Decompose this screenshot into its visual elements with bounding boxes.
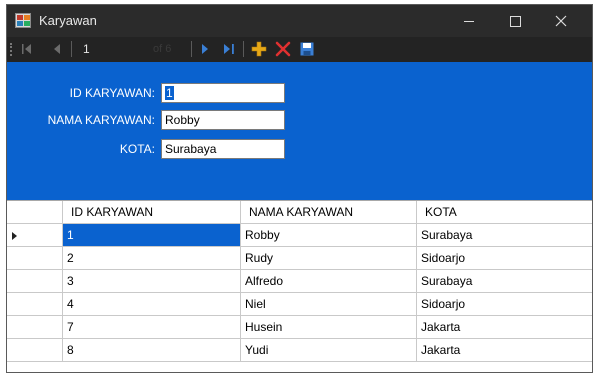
maximize-icon <box>509 15 521 27</box>
grid-cell-id[interactable]: 7 <box>63 316 241 339</box>
grid-cell-id[interactable]: 1 <box>63 224 241 247</box>
grid-cell-nama[interactable]: Alfredo <box>241 270 417 293</box>
grid-cell-id[interactable]: 2 <box>63 247 241 270</box>
toolbar-grip[interactable] <box>10 43 12 56</box>
maximize-button[interactable] <box>492 5 538 37</box>
binding-navigator: 1 of 6 <box>7 37 592 62</box>
kota-label: KOTA: <box>119 142 155 156</box>
grid-corner-header[interactable] <box>7 201 63 224</box>
grid-cell-kota[interactable]: Surabaya <box>417 224 592 247</box>
grid-cell-nama[interactable]: Rudy <box>241 247 417 270</box>
row-header[interactable] <box>7 224 63 247</box>
table-row[interactable]: 3 Alfredo Surabaya <box>7 270 592 293</box>
move-previous-icon[interactable] <box>49 41 65 57</box>
table-row[interactable]: 7 Husein Jakarta <box>7 316 592 339</box>
move-next-icon[interactable] <box>197 41 213 57</box>
row-header[interactable] <box>7 316 63 339</box>
grid-cell-nama[interactable]: Robby <box>241 224 417 247</box>
table-row[interactable]: 4 Niel Sidoarjo <box>7 293 592 316</box>
grid-cell-kota[interactable]: Jakarta <box>417 339 592 362</box>
grid-cell-kota[interactable]: Sidoarjo <box>417 293 592 316</box>
minimize-icon <box>464 20 474 22</box>
grid-cell-id[interactable]: 8 <box>63 339 241 362</box>
toolbar-separator <box>243 41 244 57</box>
table-row[interactable]: 1 Robby Surabaya <box>7 224 592 247</box>
minimize-button[interactable] <box>446 5 492 37</box>
close-button[interactable] <box>538 5 584 37</box>
row-header[interactable] <box>7 270 63 293</box>
count-label: of 6 <box>153 43 172 55</box>
row-header[interactable] <box>7 247 63 270</box>
move-first-icon[interactable] <box>19 41 35 57</box>
row-header[interactable] <box>7 339 63 362</box>
save-icon[interactable] <box>299 41 315 57</box>
nama-karyawan-label: NAMA KARYAWAN: <box>47 113 155 127</box>
app-icon <box>15 13 31 28</box>
grid-cell-nama[interactable]: Niel <box>241 293 417 316</box>
toolbar-separator <box>71 41 72 57</box>
detail-form: ID KARYAWAN: 1 NAMA KARYAWAN: Robby KOTA… <box>7 62 592 200</box>
id-karyawan-value: 1 <box>165 86 174 100</box>
grid-cell-id[interactable]: 4 <box>63 293 241 316</box>
table-row[interactable]: 8 Yudi Jakarta <box>7 339 592 362</box>
current-row-icon <box>12 232 17 240</box>
nama-karyawan-field[interactable]: Robby <box>161 110 285 130</box>
toolbar-separator <box>191 41 192 57</box>
kota-field[interactable]: Surabaya <box>161 139 285 159</box>
id-karyawan-field[interactable]: 1 <box>161 83 285 103</box>
column-header-kota[interactable]: KOTA <box>417 201 592 224</box>
grid-cell-id[interactable]: 3 <box>63 270 241 293</box>
grid-header-row: ID KARYAWAN NAMA KARYAWAN KOTA <box>7 201 592 224</box>
id-karyawan-label: ID KARYAWAN: <box>69 86 155 100</box>
table-row[interactable]: 2 Rudy Sidoarjo <box>7 247 592 270</box>
column-header-nama[interactable]: NAMA KARYAWAN <box>241 201 417 224</box>
app-window: Karyawan 1 of 6 ID KARYAWAN: 1 NAMA KARY… <box>6 4 593 373</box>
title-bar[interactable]: Karyawan <box>7 5 592 37</box>
add-new-icon[interactable] <box>251 41 267 57</box>
position-input[interactable]: 1 <box>79 41 137 58</box>
grid-cell-nama[interactable]: Yudi <box>241 339 417 362</box>
window-title: Karyawan <box>39 13 97 28</box>
delete-icon[interactable] <box>275 41 291 57</box>
grid-cell-kota[interactable]: Sidoarjo <box>417 247 592 270</box>
row-header[interactable] <box>7 293 63 316</box>
column-header-id[interactable]: ID KARYAWAN <box>63 201 241 224</box>
grid-cell-kota[interactable]: Jakarta <box>417 316 592 339</box>
grid-cell-kota[interactable]: Surabaya <box>417 270 592 293</box>
close-icon <box>555 15 567 27</box>
grid-cell-nama[interactable]: Husein <box>241 316 417 339</box>
move-last-icon[interactable] <box>221 41 237 57</box>
karyawan-data-grid[interactable]: ID KARYAWAN NAMA KARYAWAN KOTA 1 Robby S… <box>7 200 592 372</box>
